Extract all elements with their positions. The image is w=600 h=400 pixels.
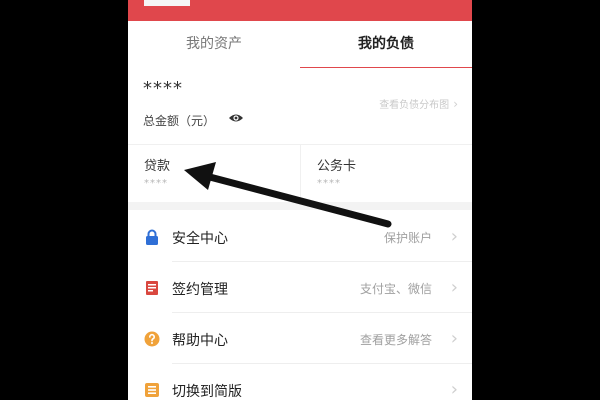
tab-my-liabilities-label: 我的负债 [358,36,414,52]
card-loan-value: **** [144,178,168,189]
chevron-right-icon: › [453,97,458,111]
switch-icon [145,383,159,397]
menu-item-hint: 支付宝、微信 [359,282,432,296]
annotation-arrow-icon [184,162,392,228]
lock-icon [146,229,158,245]
menu-item-label: 切换到简版 [172,384,242,400]
chevron-right-icon: › [450,328,458,349]
tab-my-liabilities[interactable]: 我的负债 [300,21,472,69]
menu-item-contract-management[interactable]: 签约管理 支付宝、微信 › [128,263,472,313]
menu-item-label: 签约管理 [172,282,228,298]
row-divider [172,312,472,313]
eye-icon[interactable] [228,112,244,124]
view-distribution-label: 查看负债分布图 [379,100,450,111]
menu-item-help-center[interactable]: 帮助中心 查看更多解答 › [128,314,472,364]
liability-summary: **** 总金额（元） 查看负债分布图 › [128,68,472,144]
logo [144,0,190,6]
card-loan-title: 贷款 [144,159,171,174]
chevron-right-icon: › [450,226,458,247]
menu-item-label: 帮助中心 [172,333,228,349]
contract-icon [146,281,158,295]
row-divider [172,363,472,364]
menu-item-hint: 查看更多解答 [359,333,432,347]
chevron-right-icon: › [450,379,458,400]
menu-item-switch-simple[interactable]: 切换到简版 › [128,365,472,400]
header-bar [128,0,472,21]
masked-total-amount: **** [143,78,183,99]
view-distribution-link[interactable]: 查看负债分布图 › [379,96,458,111]
tab-bar: 我的资产 我的负债 [128,21,472,69]
row-divider [172,261,472,262]
help-icon [144,331,160,347]
tab-my-assets[interactable]: 我的资产 [128,21,300,68]
total-amount-label: 总金额（元） [143,114,216,128]
chevron-right-icon: › [450,277,458,298]
